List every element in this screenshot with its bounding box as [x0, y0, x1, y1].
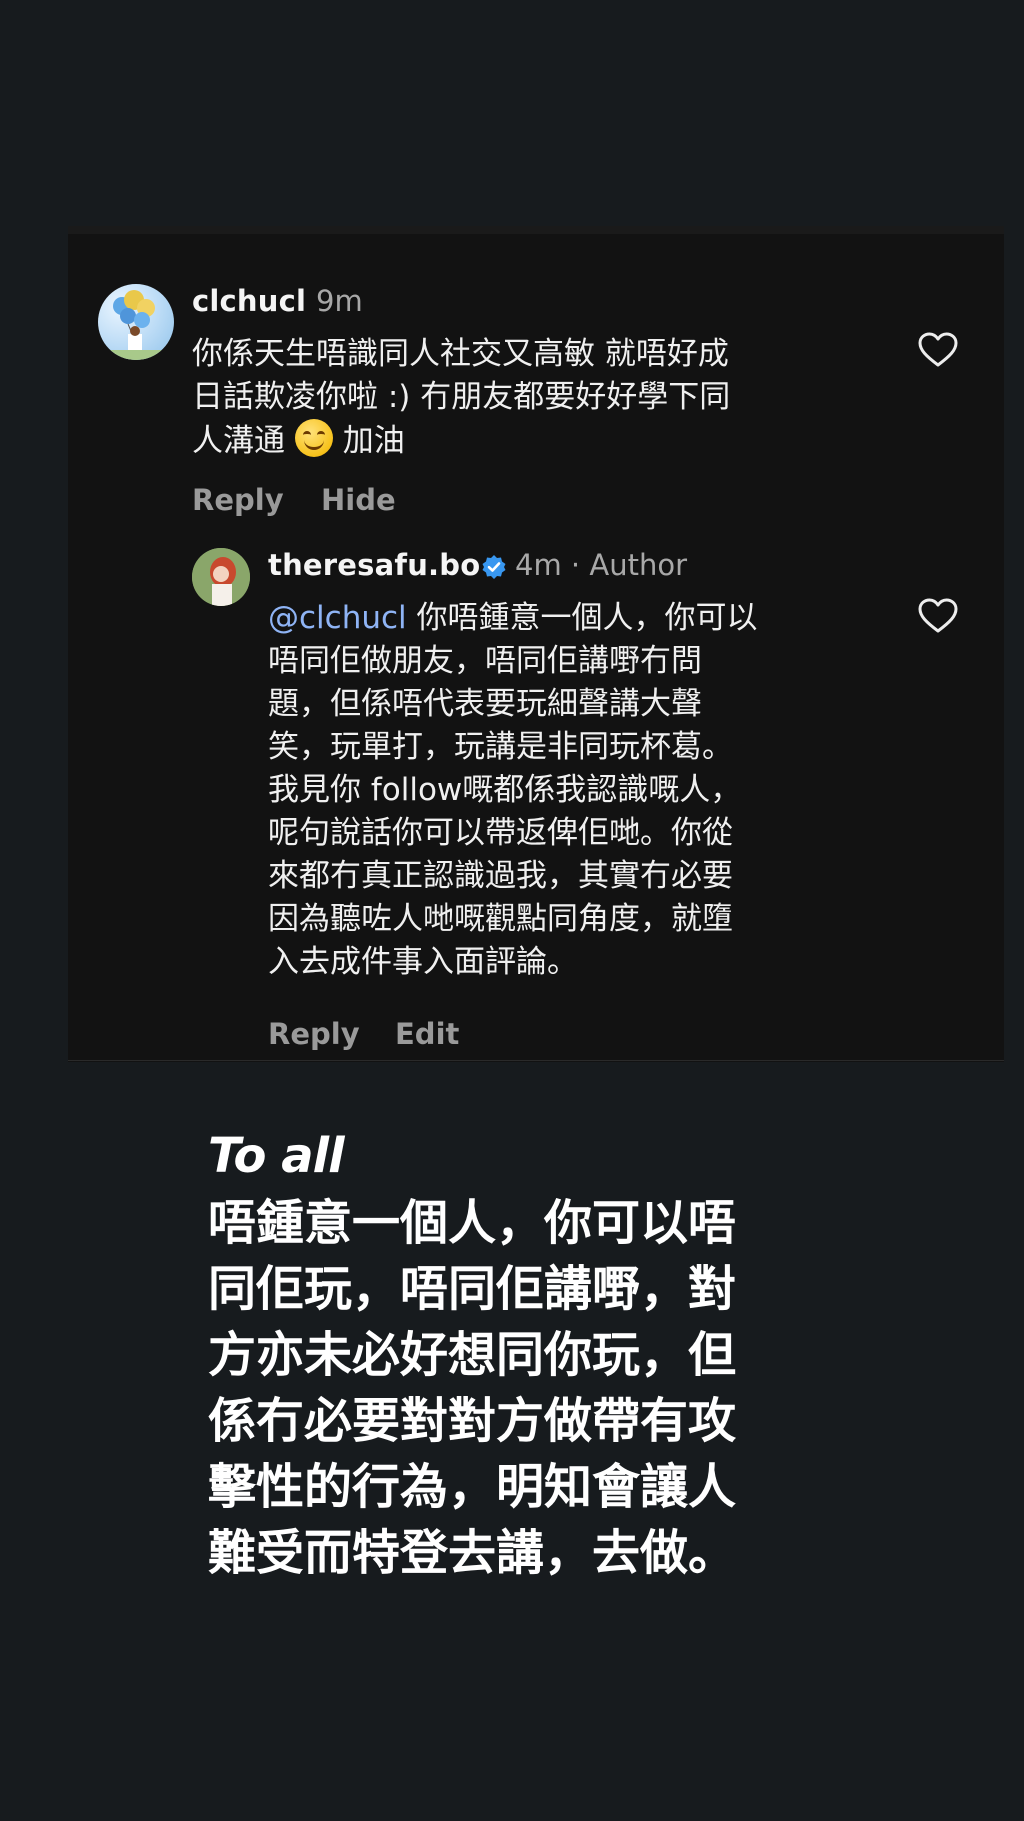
avatar[interactable] [192, 548, 250, 606]
comment-screenshot-card: clchucl 9m 你係天生唔識同人社交又高敏 就唔好成 日話欺凌你啦 :) … [68, 226, 1004, 1062]
mention-link[interactable]: @clchucl [268, 600, 407, 636]
edit-button[interactable]: Edit [395, 1017, 459, 1051]
smiling-face-emoji-icon [294, 419, 333, 457]
heart-icon[interactable] [918, 598, 958, 634]
story-title: To all [208, 1128, 345, 1184]
reply-time-author: 4m · Author [515, 548, 687, 582]
reply-username[interactable]: theresafu.bo [268, 548, 480, 582]
avatar-image-icon [98, 290, 174, 360]
story-body-text: 唔鍾意一個人，你可以唔 同佢玩，唔同佢講嘢，對 方亦未必好想同你玩，但 係冇必要… [208, 1195, 737, 1581]
comment-text: 你係天生唔識同人社交又高敏 就唔好成 日話欺凌你啦 :) 冇朋友都要好好學下同 … [192, 333, 892, 463]
reply-button[interactable]: Reply [192, 483, 284, 517]
comment-line: 你係天生唔識同人社交又高敏 就唔好成 [192, 336, 729, 372]
comment-time: 9m [316, 284, 363, 318]
avatar[interactable] [98, 284, 174, 360]
reply-button[interactable]: Reply [268, 1017, 360, 1051]
heart-icon[interactable] [918, 332, 958, 368]
comment-line: 人溝通 [192, 423, 285, 459]
card-top-edge [68, 226, 1004, 234]
divider [68, 1060, 1004, 1061]
avatar-image-icon [192, 548, 250, 606]
comment-line: 加油 [342, 423, 405, 459]
reply-body: 你唔鍾意一個人，你可以 唔同佢做朋友，唔同佢講嘢冇問 題，但係唔代表要玩細聲講大… [268, 600, 758, 980]
comment-line: 日話欺凌你啦 :) 冇朋友都要好好學下同 [192, 379, 731, 415]
hide-button[interactable]: Hide [321, 483, 396, 517]
verified-badge-icon [482, 555, 506, 579]
reply-text: @clchucl 你唔鍾意一個人，你可以 唔同佢做朋友，唔同佢講嘢冇問 題，但係… [268, 597, 908, 984]
comment-username[interactable]: clchucl [192, 284, 306, 318]
